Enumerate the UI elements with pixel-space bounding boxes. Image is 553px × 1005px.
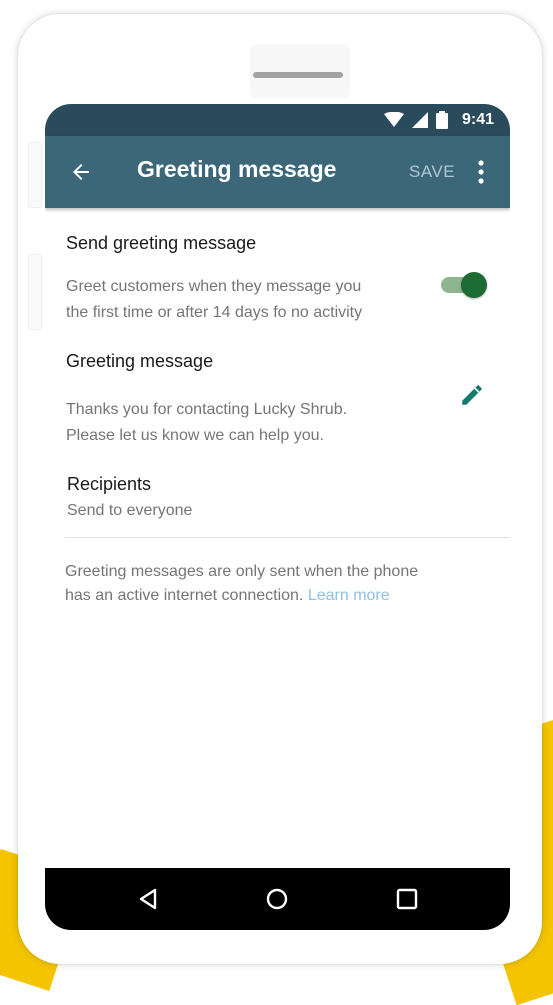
more-vertical-icon[interactable] xyxy=(475,158,487,186)
app-bar: Greeting message SAVE xyxy=(45,136,510,208)
footer-note-line1: Greeting messages are only sent when the… xyxy=(65,563,419,580)
footer-note-line2: has an active internet connection. Learn… xyxy=(65,583,390,609)
phone-screen: 9:41 Greeting message SAVE Send greeting… xyxy=(45,104,510,930)
send-greeting-title: Send greeting message xyxy=(66,233,257,253)
save-button[interactable]: SAVE xyxy=(409,162,455,182)
earpiece-speaker xyxy=(253,72,343,78)
send-greeting-description-line1: Greet customers when they message you xyxy=(66,278,362,295)
greeting-message-title: Greeting message xyxy=(66,351,214,371)
greeting-message-text-line1: Thanks you for contacting Lucky Shrub. xyxy=(66,401,348,418)
earpiece-area xyxy=(250,44,350,98)
learn-more-link[interactable]: Learn more xyxy=(308,587,390,604)
page-title: Greeting message xyxy=(137,156,337,182)
triangle-back-icon[interactable] xyxy=(133,884,163,914)
recipients-title: Recipients xyxy=(67,474,152,494)
recipients-value: Send to everyone xyxy=(67,502,193,519)
signal-icon xyxy=(411,112,428,128)
status-time: 9:41 xyxy=(461,111,494,128)
send-greeting-toggle[interactable] xyxy=(441,270,487,298)
navigation-bar xyxy=(45,868,510,930)
battery-icon xyxy=(435,111,448,129)
pencil-icon[interactable] xyxy=(459,382,485,408)
toggle-thumb xyxy=(461,272,487,298)
divider xyxy=(65,537,510,538)
footer-note-line2-text: has an active internet connection. xyxy=(65,587,304,604)
status-bar: 9:41 xyxy=(45,104,510,136)
greeting-message-text-line2: Please let us know we can help you. xyxy=(66,427,324,444)
square-recents-icon[interactable] xyxy=(392,884,422,914)
side-button-volume-up xyxy=(28,142,42,208)
arrow-left-icon[interactable] xyxy=(69,160,93,184)
side-button-volume-down xyxy=(28,254,42,330)
circle-home-icon[interactable] xyxy=(262,884,292,914)
wifi-icon xyxy=(383,112,404,127)
send-greeting-description-line2: the first time or after 14 days fo no ac… xyxy=(66,304,363,321)
